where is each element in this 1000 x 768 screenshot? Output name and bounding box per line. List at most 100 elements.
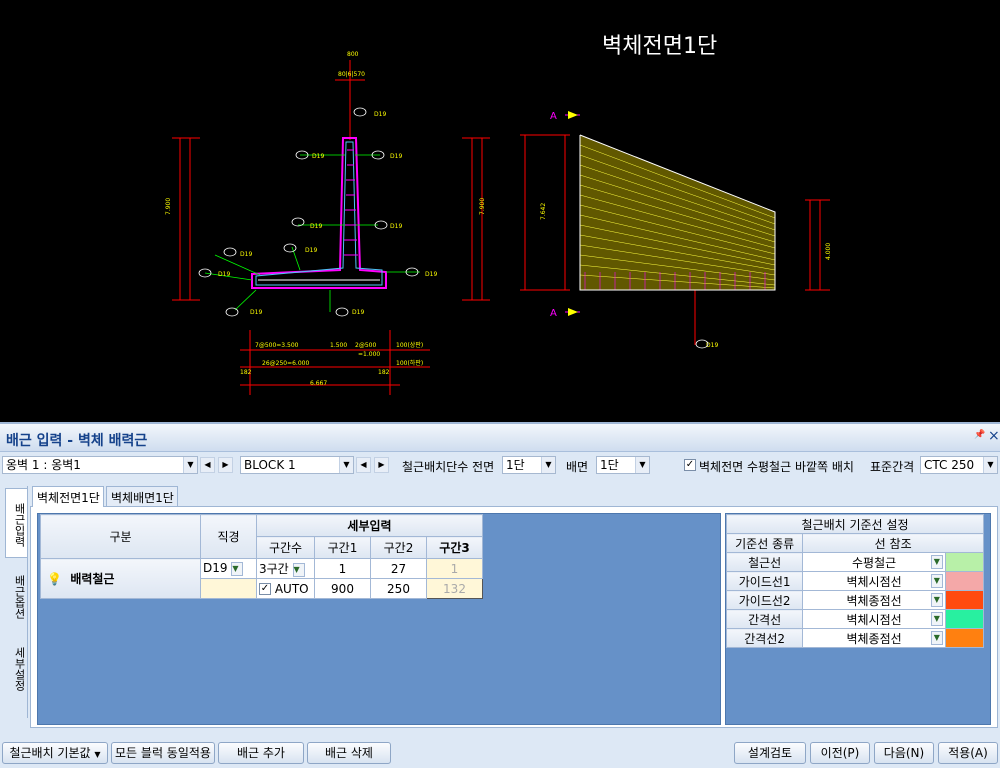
block-select[interactable]: BLOCK 1 ▼ [240,456,354,474]
header-category: 구분 [40,514,201,559]
vertical-tabs: 배근입력 배근옵션 세부설정 [2,486,28,718]
svg-text:182: 182 [240,369,252,376]
ref-header-type: 기준선 종류 [725,533,804,553]
ref-line-select[interactable]: 벽체시점선 ▼ [802,571,946,591]
bulb-icon: 💡 [47,572,62,586]
svg-text:80|6|570: 80|6|570 [338,71,365,78]
svg-text:D19: D19 [218,271,230,278]
section1-length[interactable]: 900 [314,578,371,599]
section2-length[interactable]: 250 [370,578,427,599]
apply-all-blocks-button[interactable]: 모든 블럭 동일적용 [111,742,215,764]
ref-line-value: 벽체시점선 [846,574,902,589]
ref-row: 가이드선1 벽체시점선 ▼ [725,571,985,591]
ref-color-swatch[interactable] [944,628,985,648]
section1-count[interactable]: 1 [314,558,371,579]
svg-text:=1.000: =1.000 [358,351,380,358]
next-button[interactable]: 다음(N) [874,742,934,764]
add-rebar-button[interactable]: 배근 추가 [218,742,304,764]
vtab-rebar-options[interactable]: 배근옵션 [5,560,27,630]
block-next-button[interactable]: ▶ [374,457,389,473]
row-label: 배력철근 [70,572,115,586]
wall-select[interactable]: 옹벽 1 : 옹벽1 ▼ [2,456,198,474]
wall-prev-button[interactable]: ◀ [200,457,215,473]
ref-line-value: 벽체종점선 [846,631,902,646]
svg-text:7.900: 7.900 [165,198,172,215]
ref-line-value: 수평철근 [851,555,897,570]
block-select-value: BLOCK 1 [244,458,296,472]
panel-titlebar: 배근 입력 - 벽체 배력근 📌 × [0,422,1000,452]
drawing-title: 벽체전면1단 [602,34,718,59]
svg-text:A: A [550,308,557,319]
svg-text:D19: D19 [390,153,402,160]
reference-line-panel: 철근배치 기준선 설정 기준선 종류 선 참조 철근선 수평철근 ▼ 가이드선1 … [725,513,991,725]
ref-type: 간격선 [725,609,804,629]
front-stages-select[interactable]: 1단 ▼ [502,456,556,474]
svg-text:800: 800 [347,51,359,58]
row-distribution-bar: 💡 배력철근 [40,558,201,599]
tab-wall-back-1[interactable]: 벽체배면1단 [106,486,178,506]
section2-count[interactable]: 27 [370,558,427,579]
spacing-select[interactable]: CTC 250 ▼ [920,456,998,474]
ref-line-select[interactable]: 수평철근 ▼ [802,552,946,572]
ref-type: 간격선2 [725,628,804,648]
diameter-cell[interactable]: D19 ▼ [200,558,257,579]
header-section2: 구간2 [370,536,427,559]
chevron-down-icon: ▼ [930,612,943,626]
ref-color-swatch[interactable] [944,571,985,591]
ref-row: 철근선 수평철근 ▼ [725,552,985,572]
chevron-down-icon: ▼ [339,457,353,473]
svg-text:100(상판): 100(상판) [396,341,423,349]
ref-title: 철근배치 기준선 설정 [726,514,984,534]
auto-checkbox[interactable]: ✓ [259,583,271,595]
outer-placement-checkbox[interactable]: ✓ [684,459,696,471]
pin-icon[interactable]: 📌 [974,430,985,440]
section3-count: 1 [426,558,483,579]
back-stages-value: 1단 [600,458,619,472]
svg-text:7@500=3.500: 7@500=3.500 [255,342,299,349]
chevron-down-icon: ▼ [930,555,943,569]
ref-color-swatch[interactable] [944,590,985,610]
design-review-button[interactable]: 설계검토 [734,742,806,764]
svg-text:D19: D19 [312,153,324,160]
svg-text:100(하판): 100(하판) [396,359,423,367]
chevron-down-icon: ▼ [930,574,943,588]
vtab-detail-settings[interactable]: 세부설정 [5,632,27,702]
close-icon[interactable]: × [988,428,1000,444]
header-detail: 세부입력 [256,514,483,537]
back-stages-select[interactable]: 1단 ▼ [596,456,650,474]
prev-button[interactable]: 이전(P) [810,742,870,764]
options-toolbar: 옹벽 1 : 옹벽1 ▼ ◀ ▶ BLOCK 1 ▼ ◀ ▶ 철근배치단수 전면 1… [0,454,1000,476]
default-layout-button[interactable]: 철근배치 기본값 ▼ [2,742,108,764]
sections-cell[interactable]: 3구간 ▼ [256,558,315,579]
wall-next-button[interactable]: ▶ [218,457,233,473]
ref-line-select[interactable]: 벽체시점선 ▼ [802,609,946,629]
vtab-rebar-input[interactable]: 배근입력 [5,488,27,558]
front-stages-value: 1단 [506,458,525,472]
chevron-down-icon: ▼ [541,457,555,473]
svg-text:D19: D19 [374,111,386,118]
ref-line-select[interactable]: 벽체종점선 ▼ [802,590,946,610]
auto-cell[interactable]: ✓ AUTO [256,578,315,599]
apply-button[interactable]: 적용(A) [938,742,998,764]
svg-text:2@500: 2@500 [355,342,376,349]
tab-content: 구분 직경 세부입력 구간수 구간1 구간2 구간3 💡 배력철근 D19 ▼ … [30,506,998,728]
rebar-grid: 구분 직경 세부입력 구간수 구간1 구간2 구간3 💡 배력철근 D19 ▼ … [40,514,483,599]
ref-type: 가이드선1 [725,571,804,591]
cad-viewport[interactable]: 800 80|6|570 D19 D19 D19 D19 D19 D19 D19 D19 D… [0,0,1000,420]
ref-line-select[interactable]: 벽체종점선 ▼ [802,628,946,648]
ref-color-swatch[interactable] [944,552,985,572]
block-prev-button[interactable]: ◀ [356,457,371,473]
tab-wall-front-1[interactable]: 벽체전면1단 [32,486,104,507]
svg-text:26@250=6.000: 26@250=6.000 [262,360,309,367]
chevron-down-icon: ▼ [930,631,943,645]
auto-label: AUTO [274,581,309,596]
svg-text:7.900: 7.900 [479,198,486,215]
delete-rebar-button[interactable]: 배근 삭제 [307,742,391,764]
ref-color-swatch[interactable] [944,609,985,629]
header-sections: 구간수 [256,536,315,559]
svg-text:7.642: 7.642 [540,203,547,220]
cad-drawing: 800 80|6|570 D19 D19 D19 D19 D19 D19 D19 D19 D… [165,51,832,395]
chevron-down-icon: ▼ [983,457,997,473]
outer-placement-label: 벽체전면 수평철근 바깥쪽 배치 [699,460,854,474]
ref-row: 가이드선2 벽체종점선 ▼ [725,590,985,610]
